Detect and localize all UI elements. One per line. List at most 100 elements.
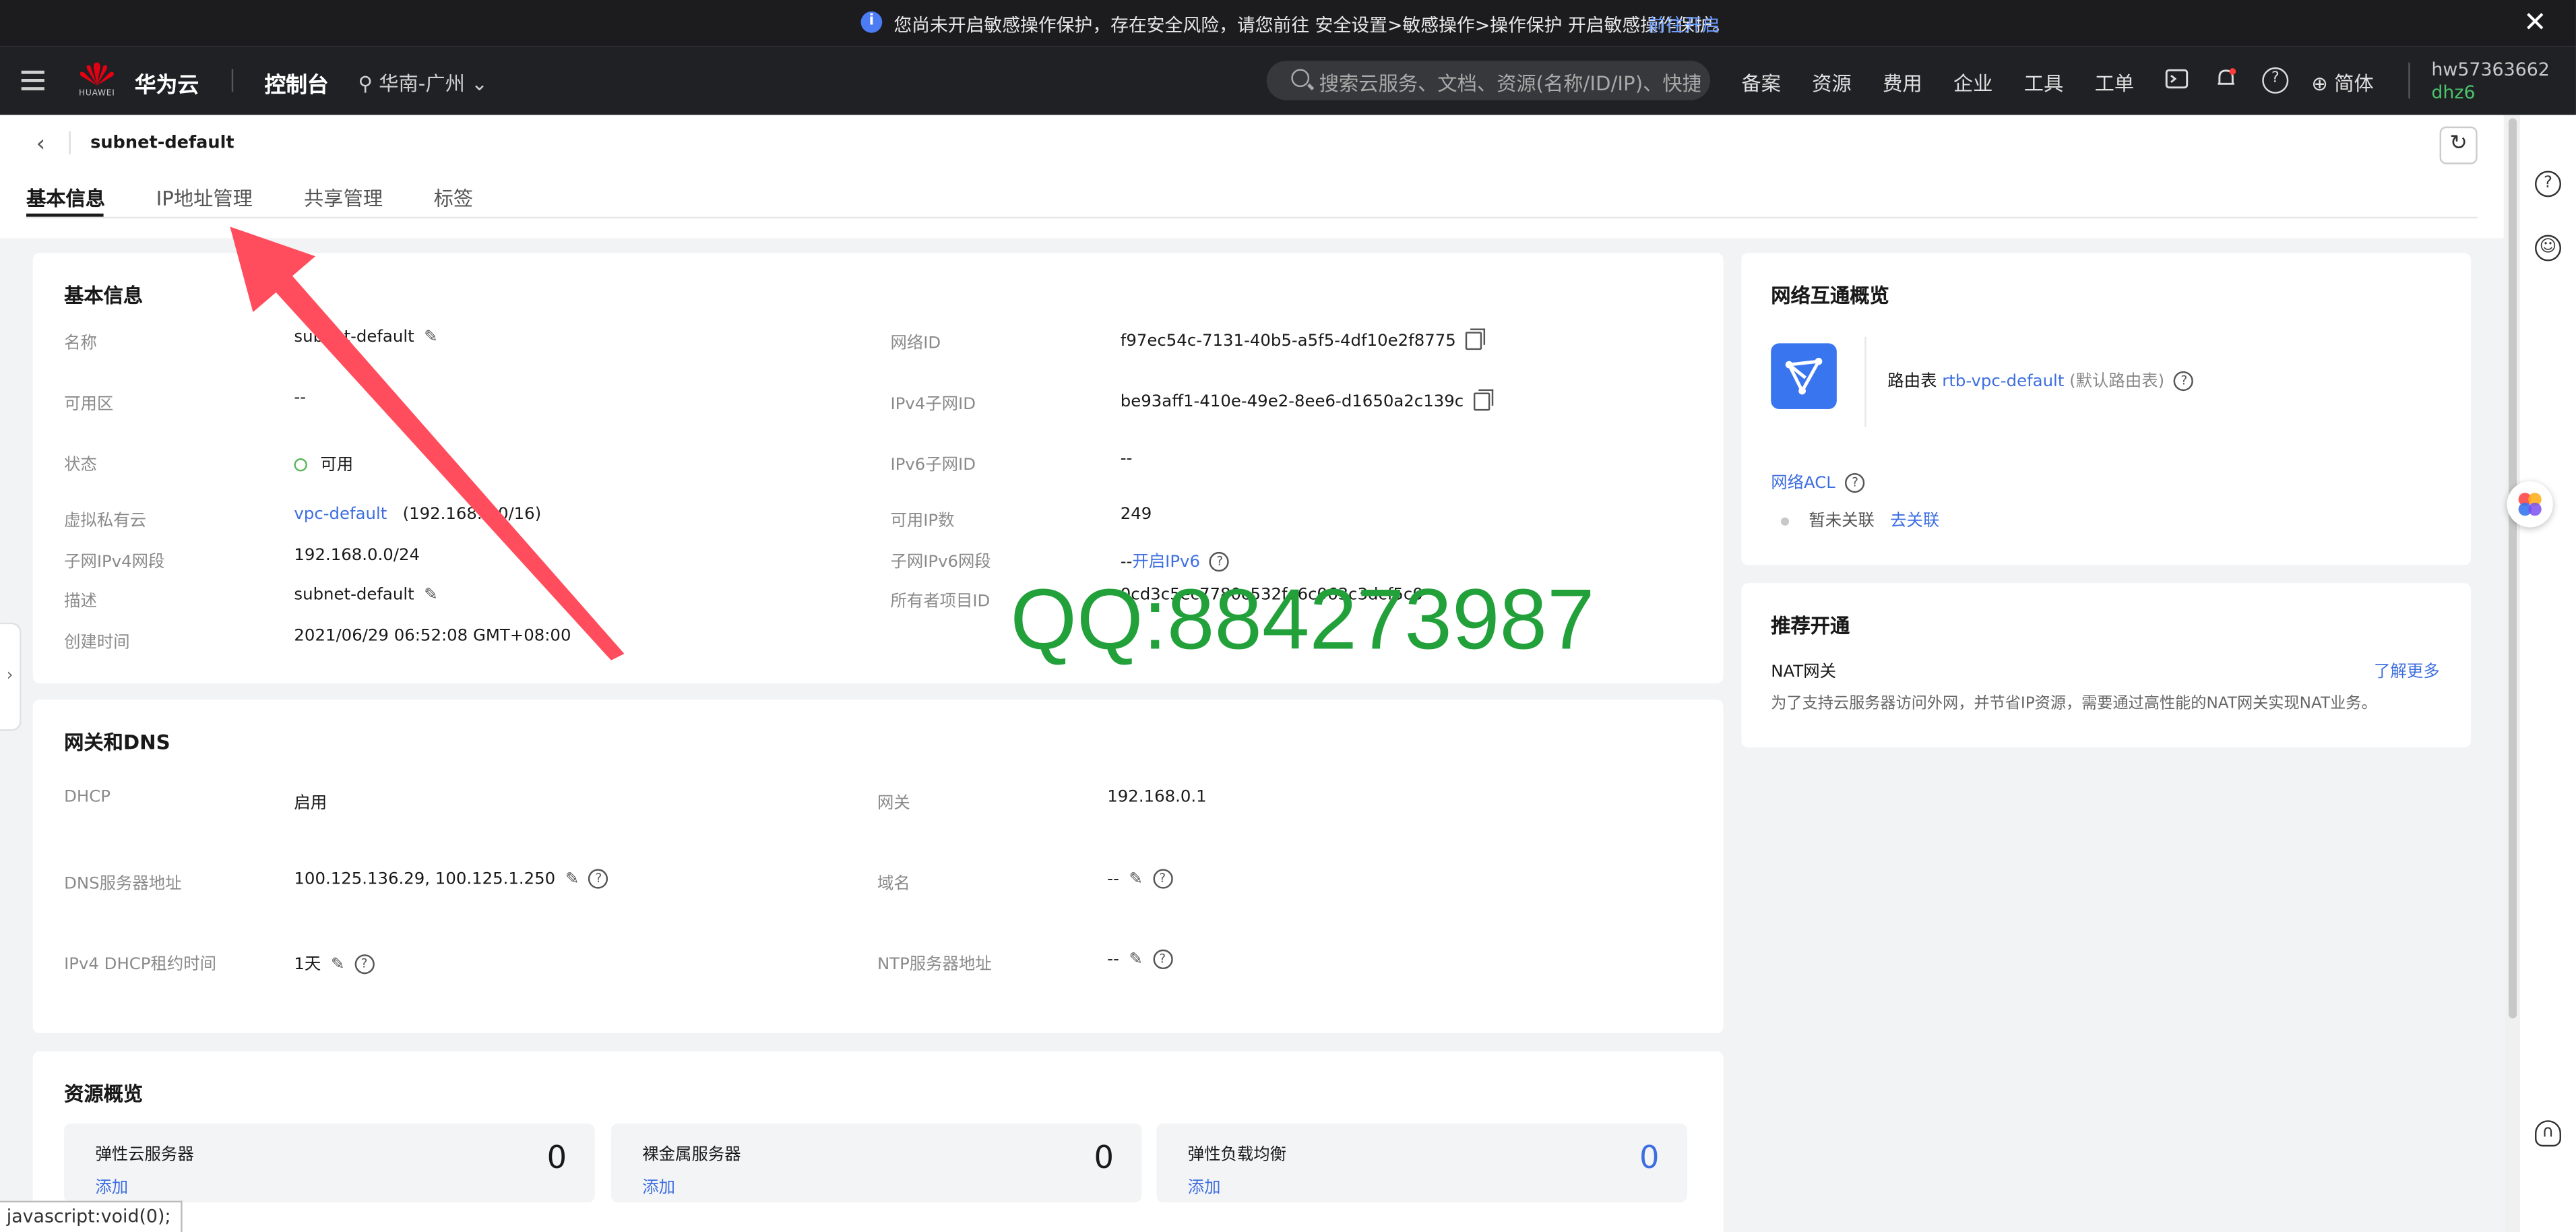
brand-name[interactable]: 华为云 — [135, 67, 199, 99]
tab-tags[interactable]: 标签 — [434, 184, 474, 212]
help-icon[interactable]: ? — [2174, 371, 2195, 392]
search-input[interactable]: 搜索云服务、文档、资源(名称/ID/IP)、快捷键 — [1266, 61, 1711, 100]
dns-value: 100.125.136.29, 100.125.1.250 ✎? — [294, 869, 609, 889]
ipv4-subnet-id-text: be93aff1-410e-49e2-8ee6-d1650a2c139c — [1120, 393, 1464, 412]
acl-status: 暂未关联 — [1809, 512, 1875, 531]
nav-menu-billing[interactable]: 费用 — [1883, 69, 1922, 96]
resource-count[interactable]: 0 — [1094, 1140, 1114, 1176]
section-title: 基本信息 — [64, 284, 144, 307]
help-icon[interactable]: ? — [1152, 949, 1172, 970]
gateway-dns-card — [32, 700, 1724, 1034]
route-table-row: 路由表 rtb-vpc-default (默认路由表)? — [1887, 367, 2195, 392]
browser-status-bar: javascript:void(0); — [0, 1200, 183, 1232]
divider — [231, 69, 234, 92]
huawei-logo-icon[interactable] — [79, 62, 115, 86]
nat-gateway-label: NAT网关 — [1771, 663, 1836, 682]
edit-pencil-icon[interactable]: ✎ — [1129, 951, 1143, 969]
language-selector[interactable]: ⊕ 简体 — [2311, 69, 2373, 96]
ipv6-cidr-text: -- — [1120, 553, 1133, 572]
copy-icon[interactable] — [1473, 389, 1494, 411]
route-table-link[interactable]: rtb-vpc-default — [1942, 373, 2064, 391]
divider — [69, 131, 71, 155]
route-label: 路由表 — [1887, 373, 1937, 392]
resource-count[interactable]: 0 — [1639, 1140, 1659, 1176]
search-placeholder: 搜索云服务、文档、资源(名称/ID/IP)、快捷键 — [1319, 72, 1701, 96]
copy-icon[interactable] — [1466, 328, 1486, 350]
learn-more-link[interactable]: 了解更多 — [2374, 657, 2440, 682]
scrollbar-thumb[interactable] — [2508, 118, 2517, 1019]
globe-icon: ⊕ — [2311, 72, 2328, 96]
network-acl-link[interactable]: 网络ACL — [1771, 474, 1835, 493]
edit-pencil-icon[interactable]: ✎ — [565, 871, 579, 889]
section-title: 推荐开通 — [1771, 614, 1850, 638]
region-selector[interactable]: ⚲ 华南-广州 ⌄ — [358, 69, 488, 96]
expand-sidebar-toggle[interactable]: › — [0, 622, 22, 731]
acl-status-row: 暂未关联 去关联 — [1780, 506, 1939, 531]
resource-tile-ecs: 弹性云服务器 添加 0 — [64, 1123, 595, 1203]
location-pin-icon: ⚲ — [358, 72, 373, 96]
field-label: 创建时间 — [64, 634, 130, 652]
tab-sharing[interactable]: 共享管理 — [304, 184, 383, 212]
notice-banner: i 您尚未开启敏感操作保护，存在安全风险，请您前往 安全设置>敏感操作>操作保护… — [0, 0, 2576, 47]
nav-menu-beian[interactable]: 备案 — [1741, 69, 1781, 96]
tab-ip-management[interactable]: IP地址管理 — [156, 184, 253, 212]
banner-link[interactable]: 前往开启 — [1647, 11, 1720, 38]
search-icon — [1291, 69, 1310, 88]
associate-link[interactable]: 去关联 — [1890, 512, 1939, 530]
resource-tile-elb: 弹性负载均衡 添加 0 — [1156, 1123, 1687, 1203]
add-link[interactable]: 添加 — [1188, 1173, 1221, 1198]
language-label: 简体 — [2334, 72, 2374, 96]
help-icon[interactable]: ? — [2262, 67, 2289, 94]
refresh-icon[interactable]: ↻ — [2439, 126, 2478, 164]
enable-ipv6-link[interactable]: 开启IPv6 — [1132, 553, 1200, 572]
cloud-shell-icon[interactable] — [2165, 67, 2189, 90]
add-link[interactable]: 添加 — [642, 1173, 675, 1198]
nav-menu-resources[interactable]: 资源 — [1812, 69, 1852, 96]
recommend-card — [1741, 583, 2471, 747]
domain-text: -- — [1107, 870, 1119, 889]
user-account-name[interactable]: hw57363662 — [2431, 59, 2549, 81]
tab-basic-info[interactable]: 基本信息 — [26, 184, 105, 212]
network-id-text: f97ec54c-7131-40b5-a5f5-4df10e2f8775 — [1120, 332, 1456, 351]
close-icon[interactable]: ✕ — [2523, 7, 2547, 40]
field-label: 网络ID — [890, 335, 941, 354]
available-ip-value: 249 — [1120, 505, 1152, 524]
field-label: DHCP — [64, 788, 111, 807]
annotation-arrow — [230, 226, 625, 660]
page-title: subnet-default — [90, 133, 234, 153]
feedback-smiley-icon[interactable]: ☺ — [2534, 235, 2561, 261]
edit-pencil-icon[interactable]: ✎ — [331, 956, 344, 975]
add-link[interactable]: 添加 — [95, 1173, 128, 1198]
field-label: NTP服务器地址 — [877, 956, 992, 975]
customer-service-headset-icon[interactable]: ∩ — [2534, 1120, 2561, 1147]
help-icon[interactable]: ? — [354, 954, 375, 975]
field-label: 所有者项目ID — [890, 592, 991, 611]
bell-icon[interactable] — [2215, 67, 2238, 90]
help-icon[interactable]: ? — [2534, 171, 2561, 197]
ai-assistant-icon[interactable] — [2507, 481, 2553, 528]
menu-icon[interactable] — [21, 70, 44, 96]
domain-value: -- ✎? — [1107, 869, 1172, 889]
edit-pencil-icon[interactable]: ✎ — [1129, 871, 1143, 889]
section-title: 网关和DNS — [64, 731, 170, 754]
nav-menu-tickets[interactable]: 工单 — [2095, 69, 2135, 96]
user-sub-account[interactable]: dhz6 — [2431, 82, 2475, 104]
help-icon[interactable]: ? — [588, 869, 609, 889]
right-tool-rail: ? ☺ ∩ — [2520, 115, 2576, 1232]
dhcp-value: 启用 — [294, 795, 327, 813]
region-label: 华南-广州 — [379, 72, 465, 96]
help-icon[interactable]: ? — [1152, 869, 1172, 889]
field-label: 名称 — [64, 335, 97, 354]
help-icon[interactable]: ? — [1210, 551, 1230, 572]
nav-menu-enterprise[interactable]: 企业 — [1953, 69, 1993, 96]
nav-menu-tools[interactable]: 工具 — [2024, 69, 2064, 96]
help-icon[interactable]: ? — [1845, 472, 1865, 493]
field-label: IPv4 DHCP租约时间 — [64, 956, 217, 975]
ntp-value: -- ✎? — [1107, 949, 1172, 970]
back-arrow-icon[interactable]: ‹ — [36, 131, 46, 158]
resource-count[interactable]: 0 — [547, 1140, 567, 1176]
field-label: 虚拟私有云 — [64, 512, 146, 531]
acl-row: 网络ACL? — [1771, 468, 1865, 493]
console-link[interactable]: 控制台 — [265, 67, 329, 99]
divider — [1864, 336, 1866, 427]
